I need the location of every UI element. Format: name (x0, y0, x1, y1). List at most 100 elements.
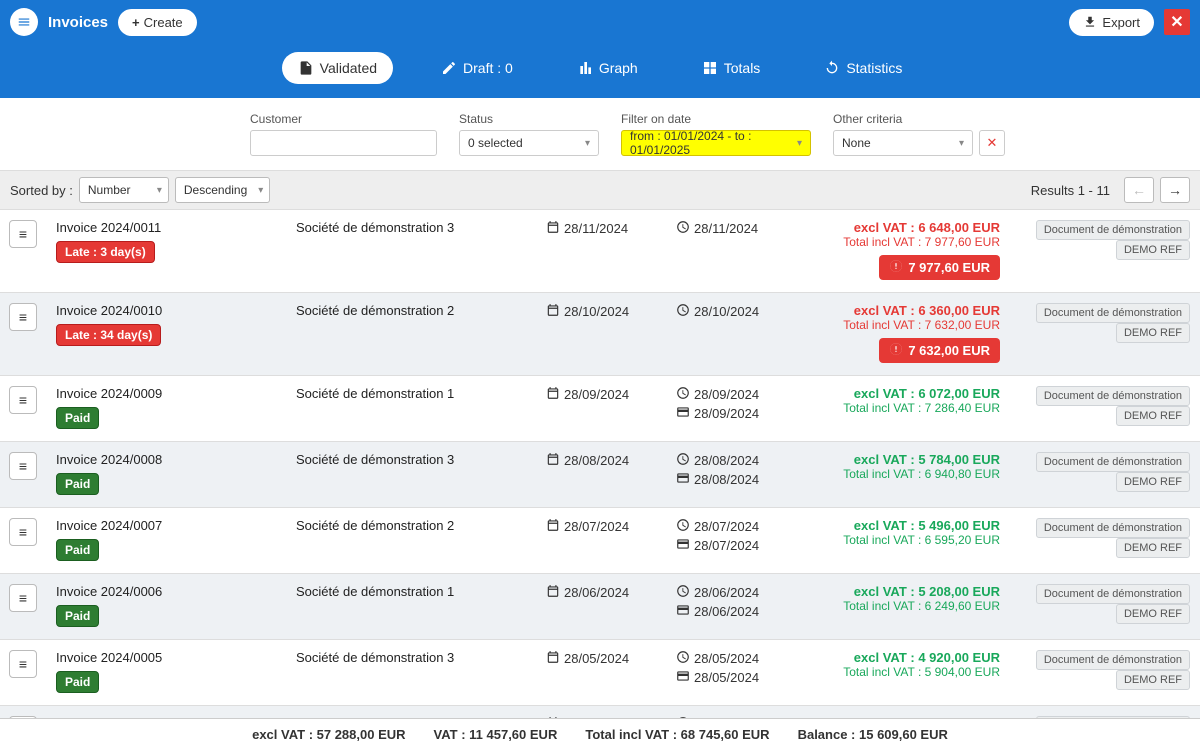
invoice-list[interactable]: ≡ Invoice 2024/0011 Late : 3 day(s) Soci… (0, 210, 1200, 718)
footer-totals: excl VAT : 57 288,00 EUR VAT : 11 457,60… (0, 718, 1200, 750)
paid-date: 28/07/2024 (676, 537, 794, 554)
tag: Document de démonstration (1036, 386, 1190, 406)
tag: DEMO REF (1116, 406, 1190, 426)
document-icon (298, 60, 314, 76)
filter-status-label: Status (459, 112, 599, 126)
filter-clear-button[interactable]: ✕ (979, 130, 1005, 156)
refresh-icon (824, 60, 840, 76)
status-badge: Paid (56, 605, 99, 627)
amount-incl-vat: Total incl VAT : 7 977,60 EUR (806, 235, 1000, 249)
due-date: 28/06/2024 (676, 584, 794, 601)
paid-date: 28/05/2024 (676, 669, 794, 686)
tag: Document de démonstration (1036, 220, 1190, 240)
row-menu-button[interactable]: ≡ (9, 584, 37, 612)
amount-incl-vat: Total incl VAT : 5 904,00 EUR (806, 665, 1000, 679)
company-name: Société de démonstration 3 (296, 650, 534, 665)
row-menu-button[interactable]: ≡ (9, 303, 37, 331)
sort-label: Sorted by : (10, 183, 73, 198)
row-menu-button[interactable]: ≡ (9, 220, 37, 248)
close-button[interactable]: ✕ (1164, 9, 1190, 35)
tab-statistics[interactable]: Statistics (808, 52, 918, 84)
tab-validated[interactable]: Validated (282, 52, 393, 84)
invoice-date: 28/07/2024 (546, 518, 664, 535)
invoice-row[interactable]: ≡ Invoice 2024/0010 Late : 34 day(s) Soc… (0, 293, 1200, 376)
menu-button[interactable] (10, 8, 38, 36)
close-icon: ✕ (1170, 12, 1183, 32)
company-name: Société de démonstration 1 (296, 386, 534, 401)
tab-graph[interactable]: Graph (561, 52, 654, 84)
arrow-right-icon: → (1168, 182, 1182, 198)
hamburger-icon: ≡ (19, 309, 27, 325)
amount-incl-vat: Total incl VAT : 6 249,60 EUR (806, 599, 1000, 613)
company-name: Société de démonstration 3 (296, 452, 534, 467)
calendar-icon (546, 220, 560, 237)
tag: Document de démonstration (1036, 518, 1190, 538)
x-icon: ✕ (987, 135, 998, 151)
clock-icon (676, 386, 690, 403)
clock-icon (676, 584, 690, 601)
invoice-row[interactable]: ≡ Invoice 2024/0004 Paid Société de démo… (0, 706, 1200, 718)
tab-draft[interactable]: Draft : 0 (425, 52, 529, 84)
due-date: 28/10/2024 (676, 303, 794, 320)
tag: Document de démonstration (1036, 303, 1190, 323)
filter-status-select[interactable]: 0 selected (459, 130, 599, 156)
tag: DEMO REF (1116, 604, 1190, 624)
warning-icon (889, 259, 903, 276)
filter-date-select[interactable]: from : 01/01/2024 - to : 01/01/2025 (621, 130, 811, 156)
paid-date: 28/06/2024 (676, 603, 794, 620)
footer-excl: excl VAT : 57 288,00 EUR (252, 727, 405, 742)
row-menu-button[interactable]: ≡ (9, 452, 37, 480)
invoice-date: 28/10/2024 (546, 303, 664, 320)
invoice-row[interactable]: ≡ Invoice 2024/0008 Paid Société de démo… (0, 442, 1200, 508)
invoice-number: Invoice 2024/0009 (56, 386, 284, 401)
calendar-icon (546, 303, 560, 320)
page-prev-button[interactable]: ← (1124, 177, 1154, 203)
tag: Document de démonstration (1036, 584, 1190, 604)
arrow-left-icon: ← (1132, 182, 1146, 198)
hamburger-icon: ≡ (19, 524, 27, 540)
invoice-row[interactable]: ≡ Invoice 2024/0006 Paid Société de démo… (0, 574, 1200, 640)
company-name: Société de démonstration 1 (296, 584, 534, 599)
amount-incl-vat: Total incl VAT : 6 940,80 EUR (806, 467, 1000, 481)
export-button[interactable]: Export (1069, 9, 1154, 36)
invoice-number: Invoice 2024/0011 (56, 220, 284, 235)
row-menu-button[interactable]: ≡ (9, 518, 37, 546)
tag: DEMO REF (1116, 538, 1190, 558)
invoice-number: Invoice 2024/0007 (56, 518, 284, 533)
row-menu-button[interactable]: ≡ (9, 650, 37, 678)
hamburger-icon: ≡ (19, 458, 27, 474)
filter-customer-label: Customer (250, 112, 437, 126)
calendar-icon (546, 452, 560, 469)
create-button[interactable]: + Create (118, 9, 197, 36)
calendar-icon (546, 518, 560, 535)
clock-icon (676, 650, 690, 667)
invoice-row[interactable]: ≡ Invoice 2024/0009 Paid Société de démo… (0, 376, 1200, 442)
filters-row: Customer Status 0 selected Filter on dat… (0, 98, 1200, 171)
hamburger-icon: ≡ (19, 590, 27, 606)
amount-incl-vat: Total incl VAT : 7 286,40 EUR (806, 401, 1000, 415)
clock-icon (676, 303, 690, 320)
invoice-row[interactable]: ≡ Invoice 2024/0011 Late : 3 day(s) Soci… (0, 210, 1200, 293)
calendar-icon (546, 584, 560, 601)
due-date: 28/09/2024 (676, 386, 794, 403)
filter-other-label: Other criteria (833, 112, 1005, 126)
sort-field-select[interactable]: Number (79, 177, 169, 203)
hamburger-icon: ≡ (19, 226, 27, 242)
amount-excl-vat: excl VAT : 5 496,00 EUR (806, 518, 1000, 533)
amount-incl-vat: Total incl VAT : 7 632,00 EUR (806, 318, 1000, 332)
status-badge: Late : 3 day(s) (56, 241, 155, 263)
invoice-row[interactable]: ≡ Invoice 2024/0005 Paid Société de démo… (0, 640, 1200, 706)
amount-excl-vat: excl VAT : 4 920,00 EUR (806, 650, 1000, 665)
sort-direction-select[interactable]: Descending (175, 177, 270, 203)
calendar-icon (546, 386, 560, 403)
tab-totals[interactable]: Totals (686, 52, 777, 84)
page-title: Invoices (48, 14, 108, 31)
filter-customer-input[interactable] (250, 130, 437, 156)
invoice-number: Invoice 2024/0010 (56, 303, 284, 318)
invoice-row[interactable]: ≡ Invoice 2024/0007 Paid Société de démo… (0, 508, 1200, 574)
page-next-button[interactable]: → (1160, 177, 1190, 203)
row-menu-button[interactable]: ≡ (9, 386, 37, 414)
filter-other-select[interactable]: None (833, 130, 973, 156)
hamburger-icon: ≡ (19, 656, 27, 672)
status-badge: Paid (56, 539, 99, 561)
